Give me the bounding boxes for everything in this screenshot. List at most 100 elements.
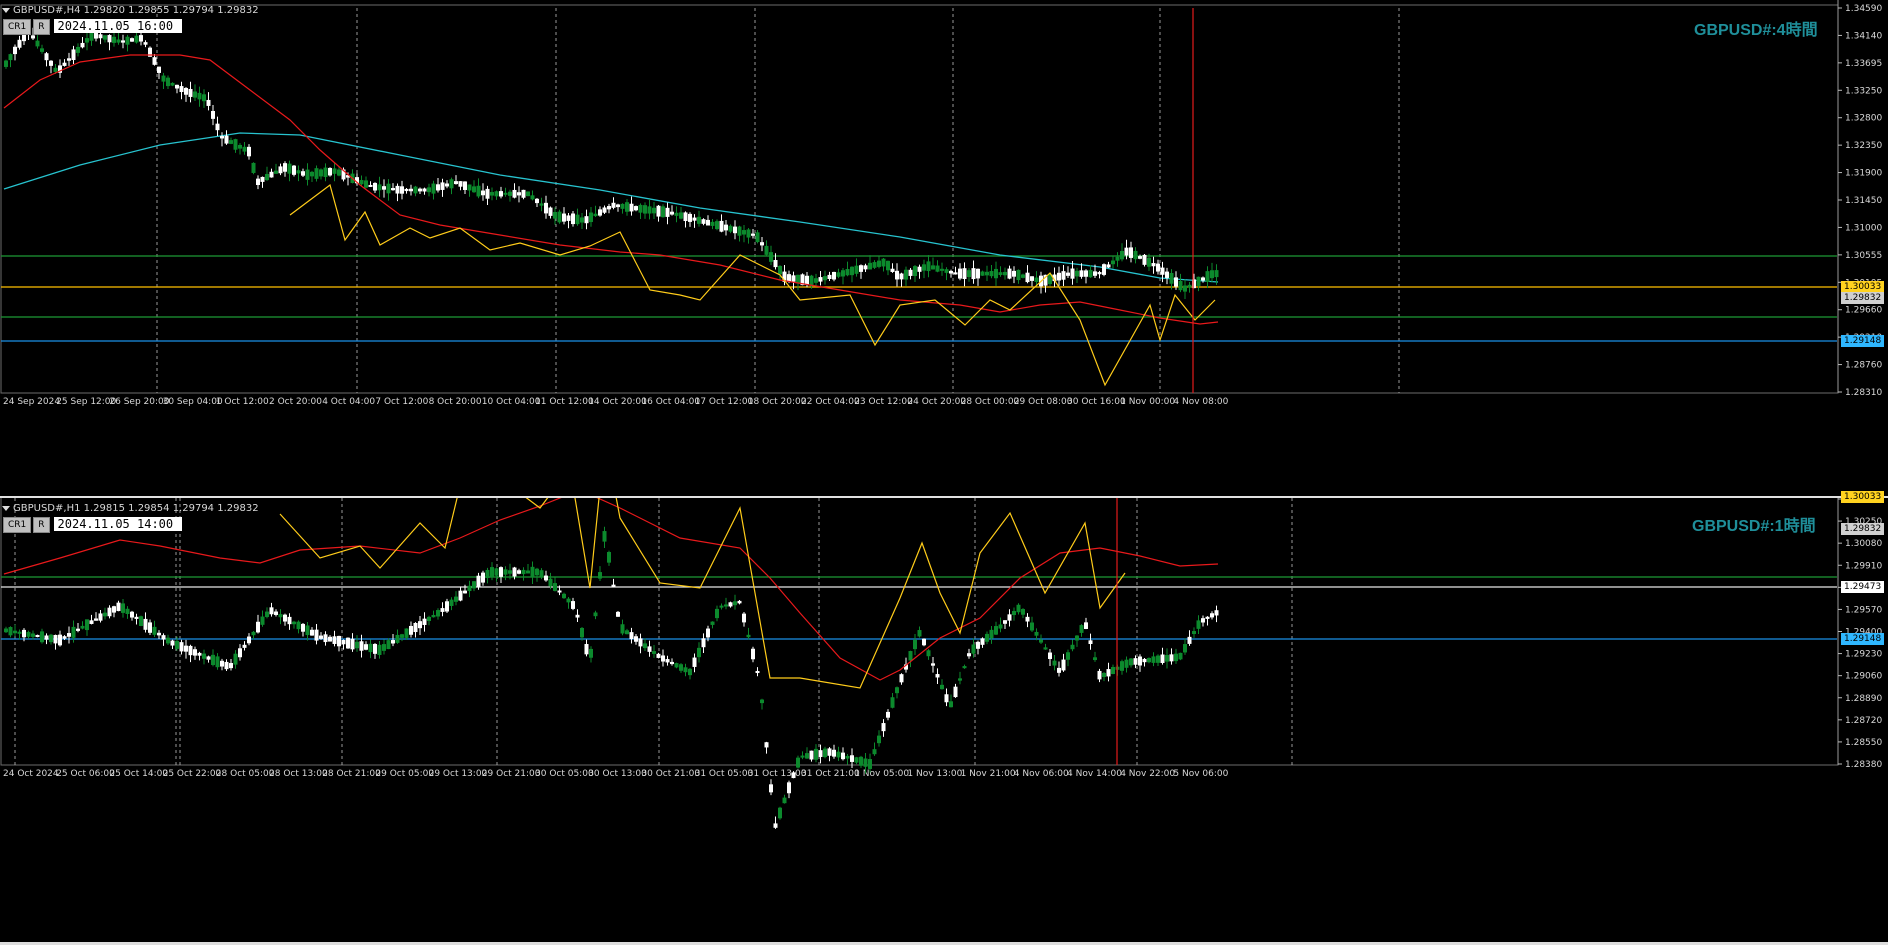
candle-body (1030, 622, 1034, 631)
candle-body (760, 242, 764, 246)
candle-body (805, 275, 809, 285)
candle-body (571, 601, 575, 609)
r-button[interactable]: R (33, 517, 50, 533)
candle-body (1070, 268, 1075, 279)
candle-body (737, 600, 742, 604)
candle-body (922, 638, 926, 646)
candle-body (1120, 661, 1124, 671)
candle-body (476, 575, 481, 587)
candle-body (193, 91, 197, 98)
candle-body (1160, 267, 1165, 275)
candle-body (143, 42, 148, 45)
r-button[interactable]: R (33, 19, 50, 35)
candle-body (661, 206, 665, 218)
y-tick-label: 1.28310 (1845, 388, 1882, 398)
candle-body (647, 646, 652, 652)
candle-body (359, 641, 364, 651)
candle-body (940, 268, 944, 271)
candle-body (931, 663, 935, 666)
y-tick-label: 1.32350 (1845, 141, 1882, 151)
candle-body (1124, 659, 1129, 668)
candle-body (418, 621, 422, 629)
candle-body (53, 67, 58, 72)
candle-body (598, 209, 602, 216)
candle-body (184, 645, 188, 652)
candle-body (697, 216, 701, 224)
chart-pane-h4[interactable]: 1.34590 1.34140 1.33695 1.33250 1.32800 1.323… (0, 0, 1888, 496)
datetime-field[interactable]: 2024.11.05 16:00 (53, 19, 182, 33)
candle-body (890, 268, 895, 272)
candle-body (179, 642, 184, 652)
candle-body (296, 621, 301, 630)
candle-body (886, 711, 890, 718)
x-tick-label: 30 Sep 04:00 (163, 397, 223, 407)
x-tick-label: 29 Oct 21:00 (482, 769, 541, 779)
candle-body (1205, 616, 1210, 619)
x-tick-label: 31 Oct 21:00 (801, 769, 860, 779)
candle-body (1129, 658, 1133, 666)
collapse-triangle-icon[interactable] (2, 505, 10, 511)
candle-body (269, 607, 274, 615)
candle-body (188, 645, 193, 656)
x-tick-label: 30 Oct 05:00 (535, 769, 594, 779)
candle-body (1106, 264, 1111, 268)
cr-button[interactable]: CR1 (3, 19, 32, 35)
candle-body (152, 626, 157, 635)
datetime-field[interactable]: 2024.11.05 14:00 (53, 517, 182, 531)
collapse-triangle-icon[interactable] (2, 7, 10, 13)
candle-body (188, 88, 193, 97)
candle-body (737, 226, 742, 236)
candle-body (260, 176, 265, 182)
candle-body (814, 278, 818, 283)
candle-body (1093, 657, 1097, 661)
candle-body (206, 656, 211, 660)
candle-body (625, 630, 629, 635)
candle-body (31, 35, 35, 39)
candle-body (103, 612, 107, 617)
candle-body (368, 184, 373, 187)
candle-body (994, 626, 998, 635)
candle-body (103, 35, 107, 40)
candle-body (944, 269, 949, 273)
candle-body (377, 644, 382, 655)
x-tick-label: 29 Oct 08:00 (1014, 397, 1073, 407)
x-tick-label: 25 Sep 12:00 (56, 397, 116, 407)
candle-body (922, 264, 926, 271)
candle-body (706, 219, 710, 226)
candle-body (247, 636, 251, 644)
y-tick-label: 1.29570 (1845, 605, 1882, 615)
candle-body (31, 633, 35, 637)
y-tick-label: 1.29660 (1845, 306, 1882, 316)
candle-body (539, 203, 544, 206)
candle-body (602, 207, 607, 213)
y-tick-label: 1.28760 (1845, 361, 1882, 371)
candle-body (980, 271, 985, 276)
cr-button[interactable]: CR1 (3, 517, 32, 533)
candle-body (364, 180, 368, 188)
candle-body (746, 229, 751, 238)
x-tick-label: 30 Oct 16:00 (1067, 397, 1126, 407)
candle-body (467, 585, 472, 592)
candle-body (1016, 269, 1021, 281)
candle-body (283, 614, 287, 622)
candle-body (656, 653, 661, 658)
candle-body (224, 135, 229, 144)
candle-body (229, 663, 233, 669)
candle-body (787, 782, 791, 794)
candle-body (940, 684, 944, 690)
chart-pane-h1[interactable]: 1.304201.302501.300801.299101.297401.295… (0, 491, 1888, 945)
price-chart-h4[interactable]: 1.34590 1.34140 1.33695 1.33250 1.32800 1.323… (0, 0, 1888, 496)
candle-body (503, 192, 508, 195)
candle-body (58, 634, 62, 646)
price-chart-h1[interactable]: 1.304201.302501.300801.299101.297401.295… (0, 498, 1888, 945)
candle-body (607, 206, 611, 210)
candle-body (1151, 656, 1156, 663)
candle-body (449, 599, 454, 606)
ohlc-readout: GBPUSD#,H1 1.29815 1.29854 1.29794 1.298… (13, 503, 259, 514)
price-level-badge: 1.29832 (1841, 523, 1885, 535)
candle-body (818, 277, 823, 282)
candle-body (80, 42, 85, 48)
candle-body (1174, 653, 1178, 662)
candle-body (962, 268, 967, 280)
candle-body (1075, 635, 1079, 641)
